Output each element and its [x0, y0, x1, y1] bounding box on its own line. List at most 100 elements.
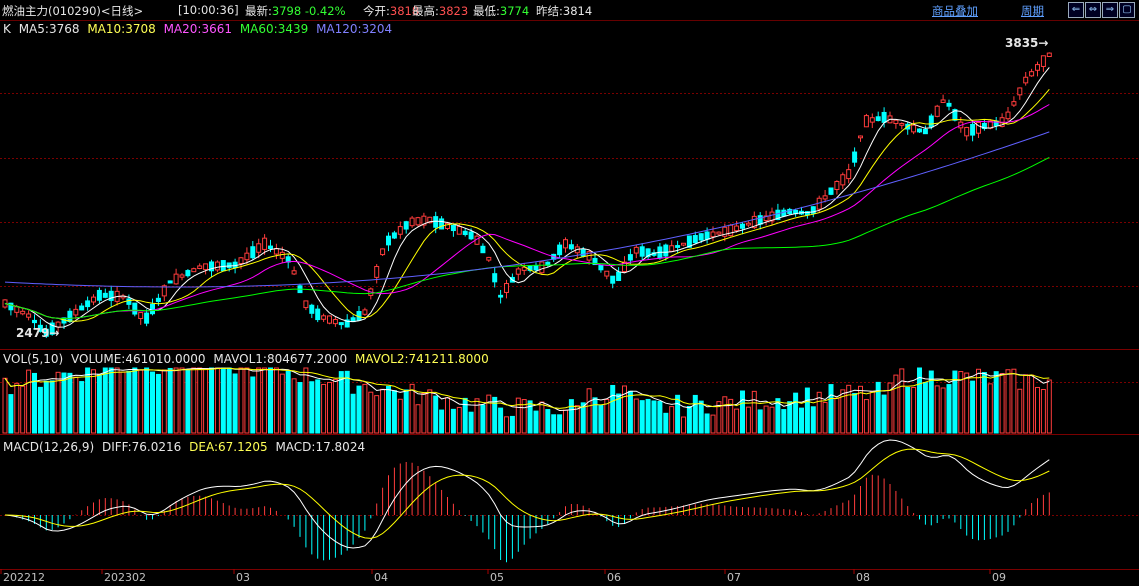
volume-bar — [610, 384, 616, 434]
volume-bar — [268, 367, 273, 434]
volume-bar — [344, 370, 350, 434]
volume-bar — [598, 404, 604, 434]
ma5-label: MA5:3768 — [18, 22, 80, 36]
volume-bar — [226, 367, 232, 434]
candle-body — [397, 226, 403, 235]
candle-body — [610, 275, 616, 284]
volume-bar — [681, 416, 686, 434]
candle-body — [321, 315, 327, 320]
volume-bar — [745, 406, 751, 434]
candle-body — [85, 300, 91, 308]
volume-bar — [321, 383, 327, 434]
candle-body — [91, 296, 96, 303]
volume-bar — [380, 388, 386, 434]
candle-body — [940, 99, 946, 103]
kline-chart[interactable]: 202212 202302 03 04 05 06 07 08 09 — [0, 0, 1139, 586]
volume-bar — [203, 368, 209, 434]
candle-body — [102, 292, 108, 298]
volume-bar — [315, 379, 321, 434]
volume-bar — [43, 380, 49, 434]
candle-body — [846, 169, 852, 180]
volume-bar — [173, 367, 179, 434]
candle-body — [362, 309, 368, 315]
candle-body — [893, 119, 899, 125]
volume-bar — [551, 414, 557, 434]
volume-bar — [114, 367, 120, 434]
volume-bar — [67, 372, 73, 434]
ma5-line — [4, 67, 1050, 328]
volume-bar — [191, 367, 197, 434]
volume-bar — [427, 389, 433, 434]
candle-body — [604, 270, 610, 277]
candle-body — [179, 274, 185, 278]
candle-body — [138, 312, 144, 320]
candle-body — [1023, 76, 1029, 84]
x-axis-label: 04 — [374, 571, 388, 584]
volume-bar — [669, 406, 675, 434]
volume-bar — [397, 398, 403, 434]
volume-bar — [1040, 388, 1046, 434]
candle-body — [557, 244, 563, 256]
candle-body — [486, 256, 492, 261]
candle-body — [781, 209, 787, 217]
volume-bar — [645, 398, 651, 434]
volume-bar — [734, 408, 740, 434]
volume-bar — [911, 386, 917, 434]
volume-bar — [20, 385, 26, 434]
candle-body — [14, 306, 20, 313]
volume-bar — [828, 384, 834, 434]
volume-bar — [368, 391, 374, 434]
volume-bar — [1005, 369, 1011, 434]
candle-body — [539, 261, 545, 274]
volume-bar — [250, 376, 256, 434]
candle-body — [191, 268, 197, 273]
volume-bar — [852, 393, 858, 434]
volume-bar — [303, 367, 309, 434]
volume-bar — [161, 369, 167, 434]
volume-bar — [185, 369, 191, 434]
volume-bar — [763, 405, 769, 434]
candle-body — [710, 231, 716, 238]
volume-bar — [515, 397, 521, 434]
ma120-line — [4, 131, 1050, 288]
candle-body — [1005, 111, 1011, 120]
candle-body — [757, 215, 763, 225]
volume-ma-lines — [4, 367, 1050, 412]
grid-lines — [0, 93, 1139, 570]
candle-body — [1011, 101, 1017, 106]
candle-body — [675, 245, 681, 248]
macd-legend: MACD(12,26,9) DIFF:76.0216 DEA:67.1205 M… — [3, 440, 369, 454]
volume-bar — [964, 372, 970, 434]
volume-bar — [144, 367, 150, 434]
candle-body — [716, 231, 722, 235]
candle-body — [692, 235, 698, 244]
volume-bar — [450, 408, 456, 434]
candle-body — [1046, 52, 1052, 58]
volume-bar — [279, 373, 285, 434]
x-axis-labels: 202212 202302 03 04 05 06 07 08 09 — [0, 569, 1006, 584]
candle-body — [226, 262, 232, 269]
ma20-label: MA20:3661 — [163, 22, 232, 36]
volume-bar — [1029, 374, 1035, 434]
ma60-label: MA60:3439 — [239, 22, 309, 36]
volume-bar — [533, 410, 539, 434]
candle-body — [858, 135, 863, 139]
volume-bar — [545, 409, 551, 434]
volume-bar — [863, 399, 869, 434]
candle-body — [922, 128, 928, 135]
candle-body — [899, 123, 905, 126]
volume-bar — [586, 388, 592, 434]
x-axis-label: 202302 — [104, 571, 146, 584]
candle-body — [332, 319, 338, 325]
volume-bar — [1035, 386, 1040, 434]
candle-body — [1017, 87, 1023, 96]
volume-bar — [2, 377, 8, 434]
volume-bar — [350, 393, 356, 434]
volume-bar — [1017, 388, 1023, 434]
candle-body — [669, 245, 675, 252]
volume-bar — [256, 367, 262, 434]
candle-body — [728, 224, 734, 237]
candle-body — [946, 102, 952, 107]
candle-body — [563, 239, 568, 249]
volume-bar — [793, 392, 799, 434]
